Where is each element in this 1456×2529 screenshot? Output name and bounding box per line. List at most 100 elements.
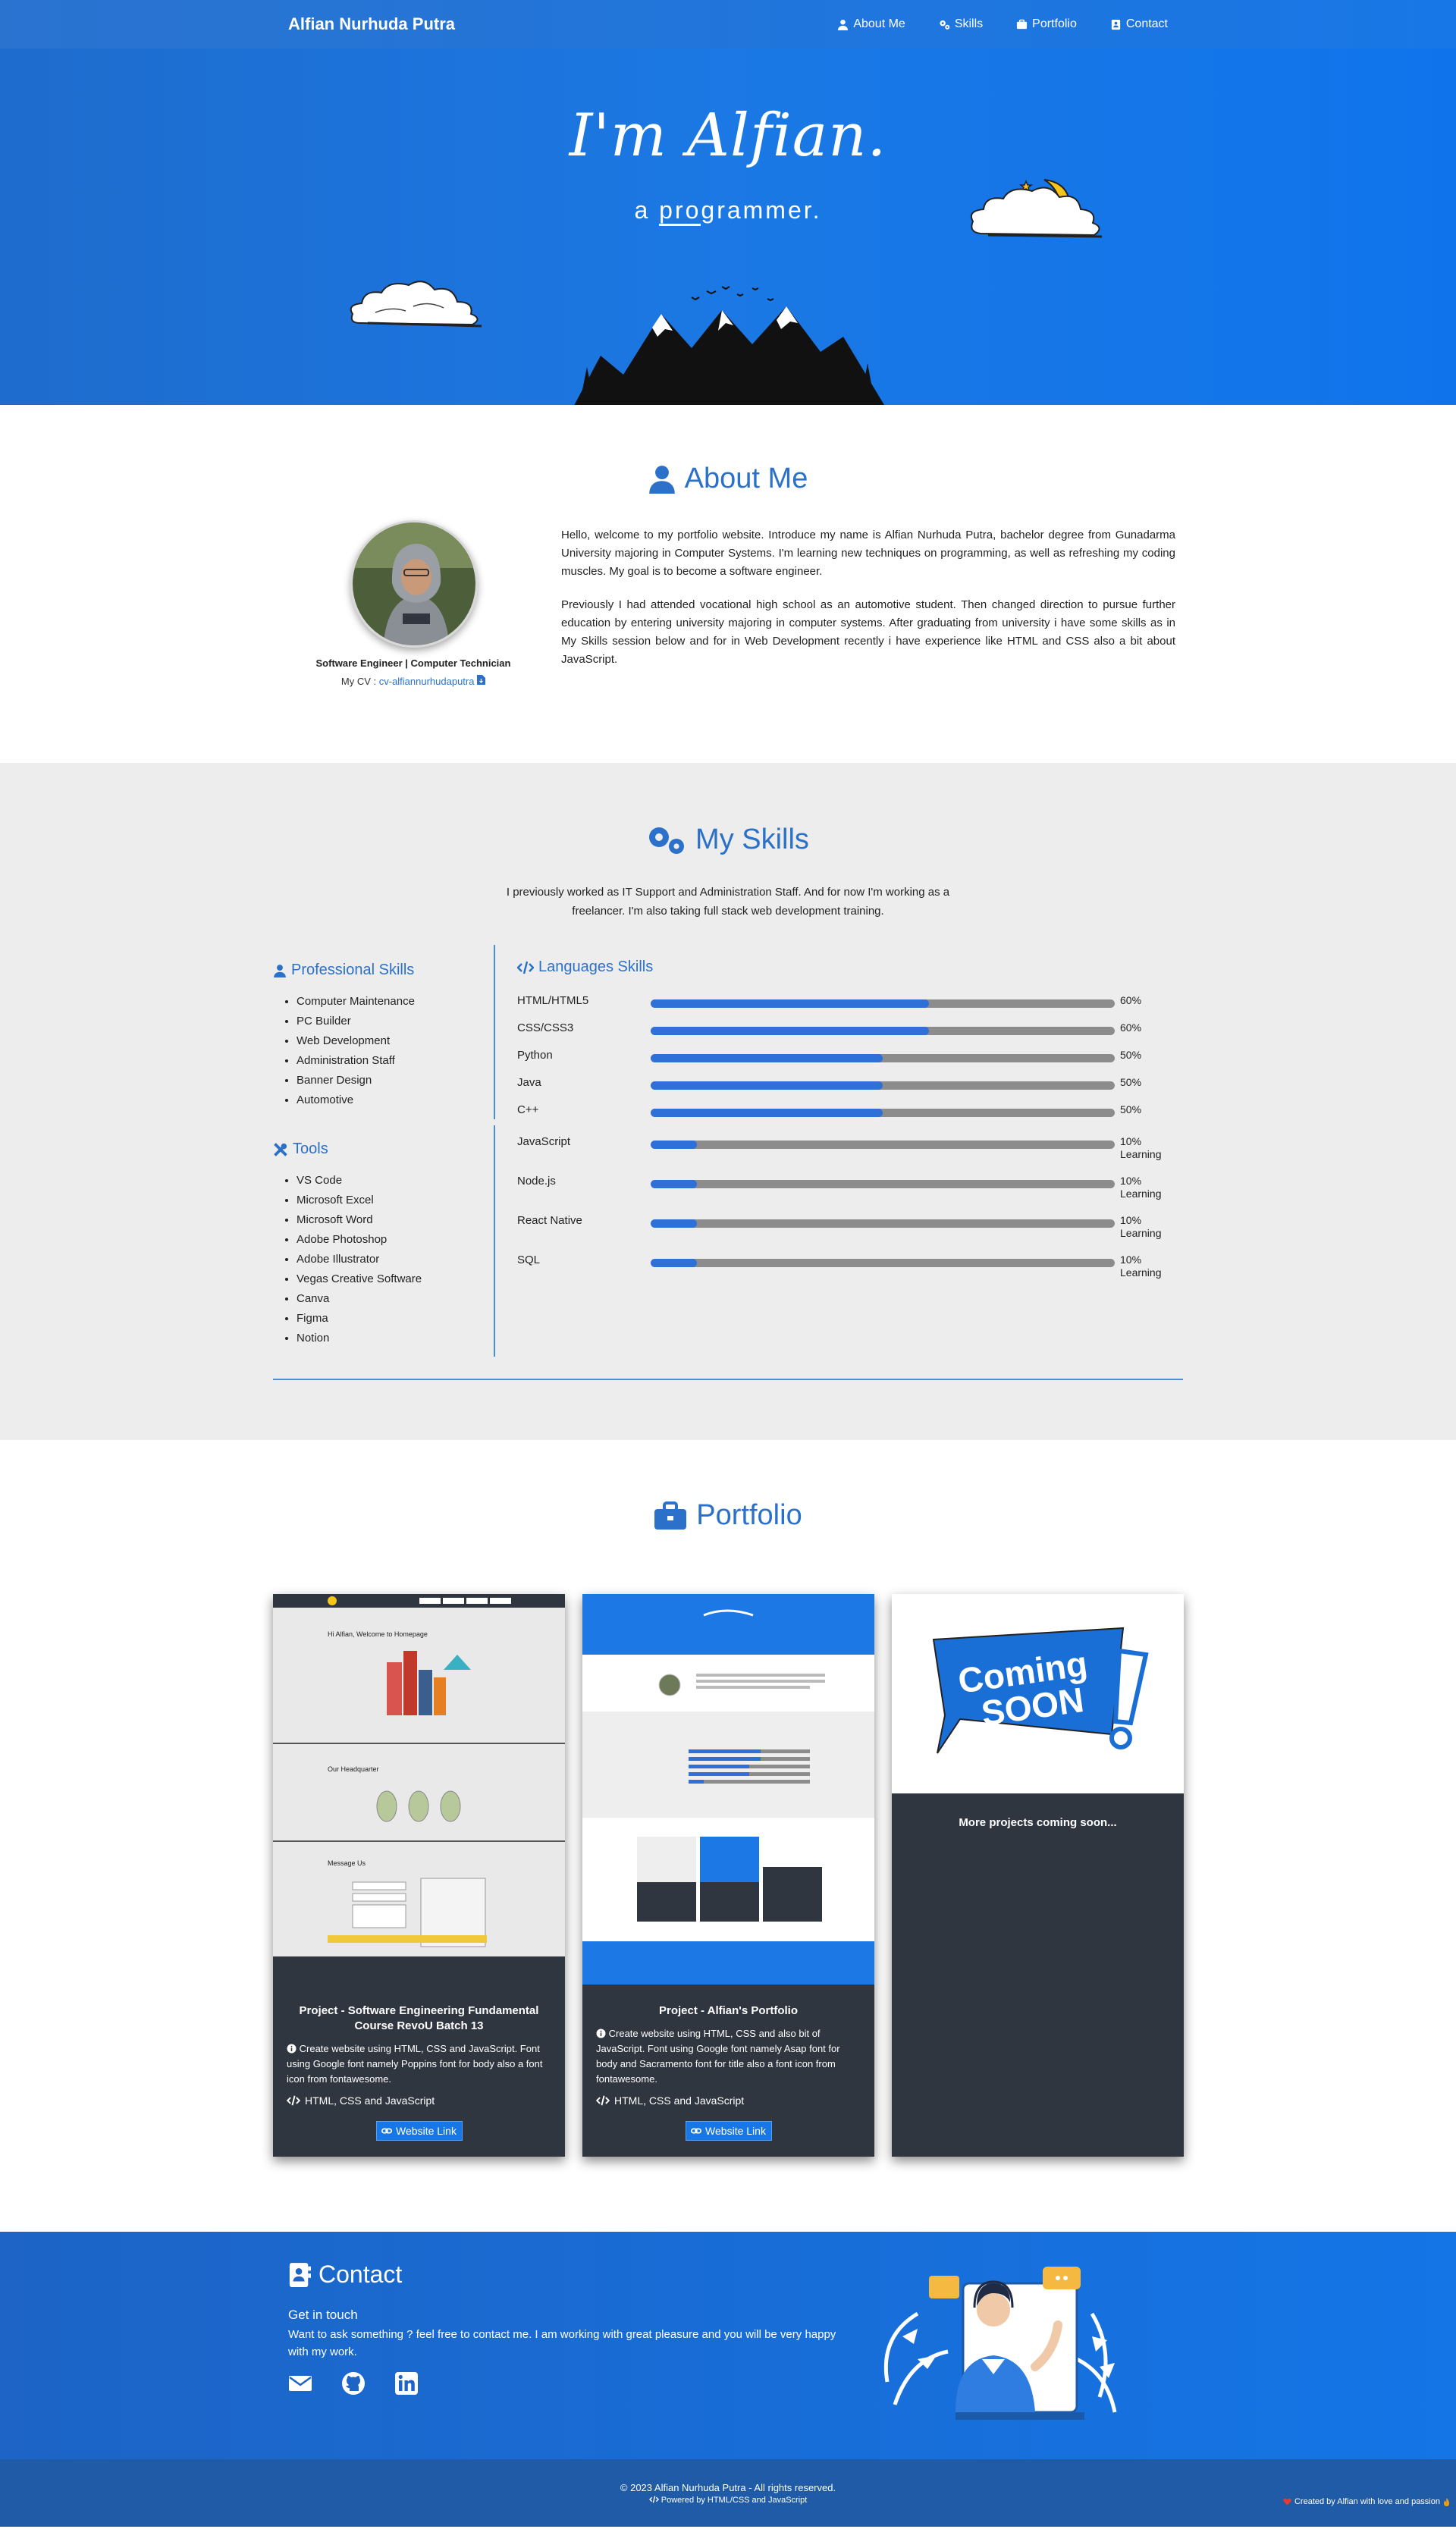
gears-icon [649, 827, 685, 854]
project-description: Create website using HTML, CSS and JavaS… [287, 2041, 551, 2087]
linkedin-link[interactable] [394, 2371, 419, 2399]
percent-value: 60% [1120, 1021, 1142, 1034]
language-percent: 10% Learning [1120, 1175, 1162, 1200]
nav-link-portfolio[interactable]: Portfolio [1016, 17, 1077, 31]
top-navbar: Alfian Nurhuda Putra About Me Skills Por… [0, 0, 1456, 49]
portfolio-card-2: Project - Alfian's Portfolio Create webs… [582, 1594, 874, 2157]
nav-link-about[interactable]: About Me [837, 17, 905, 31]
progress-fill [651, 1259, 698, 1267]
shot-section2: Our Headquarter [328, 1765, 379, 1773]
hero-subtitle-pre: a [634, 196, 660, 224]
tools-heading: Tools [273, 1141, 328, 1158]
language-percent: 10% Learning [1120, 1254, 1162, 1279]
shot-section3: Message Us [328, 1859, 366, 1867]
percent-value: 10% [1120, 1214, 1142, 1226]
language-percent: 60% [1120, 994, 1141, 1007]
nav-link-label: Portfolio [1032, 17, 1077, 30]
progress-track [651, 1180, 1115, 1188]
percent-value: 60% [1120, 994, 1142, 1006]
file-download-icon[interactable] [477, 675, 486, 685]
contact-heading: Contact [288, 2261, 402, 2289]
coming-soon-text: More projects coming soon... [959, 1816, 1117, 1829]
progress-track [651, 1027, 1115, 1035]
language-percent: 50% [1120, 1049, 1141, 1062]
envelope-icon [289, 2376, 312, 2391]
nav-link-contact[interactable]: Contact [1110, 17, 1168, 31]
address-book-icon [1111, 19, 1120, 30]
about-section: About Me Software Engineer | Computer Te… [0, 405, 1456, 763]
contact-section: Contact Get in touch Want to ask somethi… [0, 2232, 1456, 2459]
address-book-icon [289, 2262, 311, 2287]
powered-by-text: Powered by HTML/CSS and JavaScript [661, 2496, 808, 2505]
progress-track [651, 1109, 1115, 1117]
avatar-photo [350, 520, 478, 648]
percent-value: 10% [1120, 1135, 1142, 1147]
list-item: Administration Staff [297, 1051, 415, 1071]
contact-description: Want to ask something ? feel free to con… [288, 2328, 836, 2358]
link-icon [691, 2128, 702, 2134]
about-heading: About Me [0, 463, 1456, 495]
percent-value: 50% [1120, 1103, 1142, 1115]
about-paragraph-2: Previously I had attended vocational hig… [561, 598, 1175, 666]
code-icon [648, 2496, 659, 2503]
hero-subtitle: a programmer. [0, 196, 1456, 226]
language-name: React Native [517, 1214, 582, 1227]
progress-track [651, 1141, 1115, 1149]
list-item: PC Builder [297, 1012, 415, 1031]
hero-section: I'm Alfian. a programmer. [0, 49, 1456, 405]
progress-fill [651, 1180, 698, 1188]
language-percent: 50% [1120, 1076, 1141, 1089]
project-description: Create website using HTML, CSS and also … [596, 2026, 861, 2087]
brand-name[interactable]: Alfian Nurhuda Putra [288, 14, 455, 34]
info-circle-icon [596, 2029, 606, 2038]
languages-skills-heading: Languages Skills [517, 959, 653, 976]
learning-note: Learning [1120, 1148, 1162, 1160]
list-item: Computer Maintenance [297, 992, 415, 1012]
github-link[interactable] [341, 2371, 366, 2399]
language-name: SQL [517, 1254, 541, 1266]
list-item: Microsoft Excel [297, 1191, 422, 1210]
cv-label: My CV : [340, 676, 379, 687]
professional-skills-heading: Professional Skills [273, 962, 414, 979]
social-links [288, 2371, 419, 2399]
percent-value: 50% [1120, 1076, 1142, 1088]
percent-value: 50% [1120, 1049, 1142, 1061]
briefcase-icon [1017, 19, 1028, 29]
project-screenshot-2 [582, 1594, 874, 1985]
project-tech-text: HTML, CSS and JavaScript [614, 2094, 745, 2107]
nav-links: About Me Skills Portfolio Contact [837, 17, 1168, 31]
tools-list: VS Code Microsoft Excel Microsoft Word A… [297, 1171, 422, 1348]
about-description: Hello, welcome to my portfolio website. … [561, 526, 1175, 684]
percent-value: 10% [1120, 1175, 1142, 1187]
contact-title: Contact [318, 2261, 403, 2288]
email-link[interactable] [288, 2371, 312, 2399]
code-icon [596, 2095, 610, 2106]
project-title: Project - Alfian's Portfolio [658, 2004, 799, 2017]
cv-line: My CV : cv-alfiannurhudaputra [307, 675, 519, 687]
nav-link-label: About Me [853, 17, 905, 30]
website-link-button[interactable]: Website Link [685, 2121, 772, 2141]
progress-track [651, 1259, 1115, 1267]
skills-intro: I previously worked as IT Support and Ad… [506, 886, 950, 918]
portfolio-section: Portfolio Hi Alfian, Welcome to Homepage… [0, 1440, 1456, 2232]
user-icon [648, 465, 675, 494]
column-divider-bottom [494, 1125, 495, 1357]
shot-heading: Hi Alfian, Welcome to Homepage [328, 1630, 428, 1638]
languages-skills-title: Languages Skills [538, 959, 654, 975]
progress-fill [651, 999, 930, 1008]
progress-fill [651, 1109, 883, 1117]
language-percent: 10% Learning [1120, 1214, 1162, 1240]
cv-link[interactable]: cv-alfiannurhudaputra [379, 676, 475, 687]
about-paragraph-1: Hello, welcome to my portfolio website. … [561, 529, 1175, 578]
info-circle-icon [287, 2044, 297, 2054]
gears-icon [940, 20, 950, 30]
website-link-button[interactable]: Website Link [375, 2121, 463, 2141]
progress-fill [651, 1054, 883, 1062]
hero-subtitle-underlined: pro [659, 196, 701, 226]
skills-section: My Skills I previously worked as IT Supp… [0, 763, 1456, 1440]
nav-link-skills[interactable]: Skills [939, 17, 983, 31]
list-item: Figma [297, 1309, 422, 1329]
customer-support-illustration [883, 2267, 1117, 2420]
cloud-right-image [970, 187, 1103, 238]
list-item: Vegas Creative Software [297, 1269, 422, 1289]
